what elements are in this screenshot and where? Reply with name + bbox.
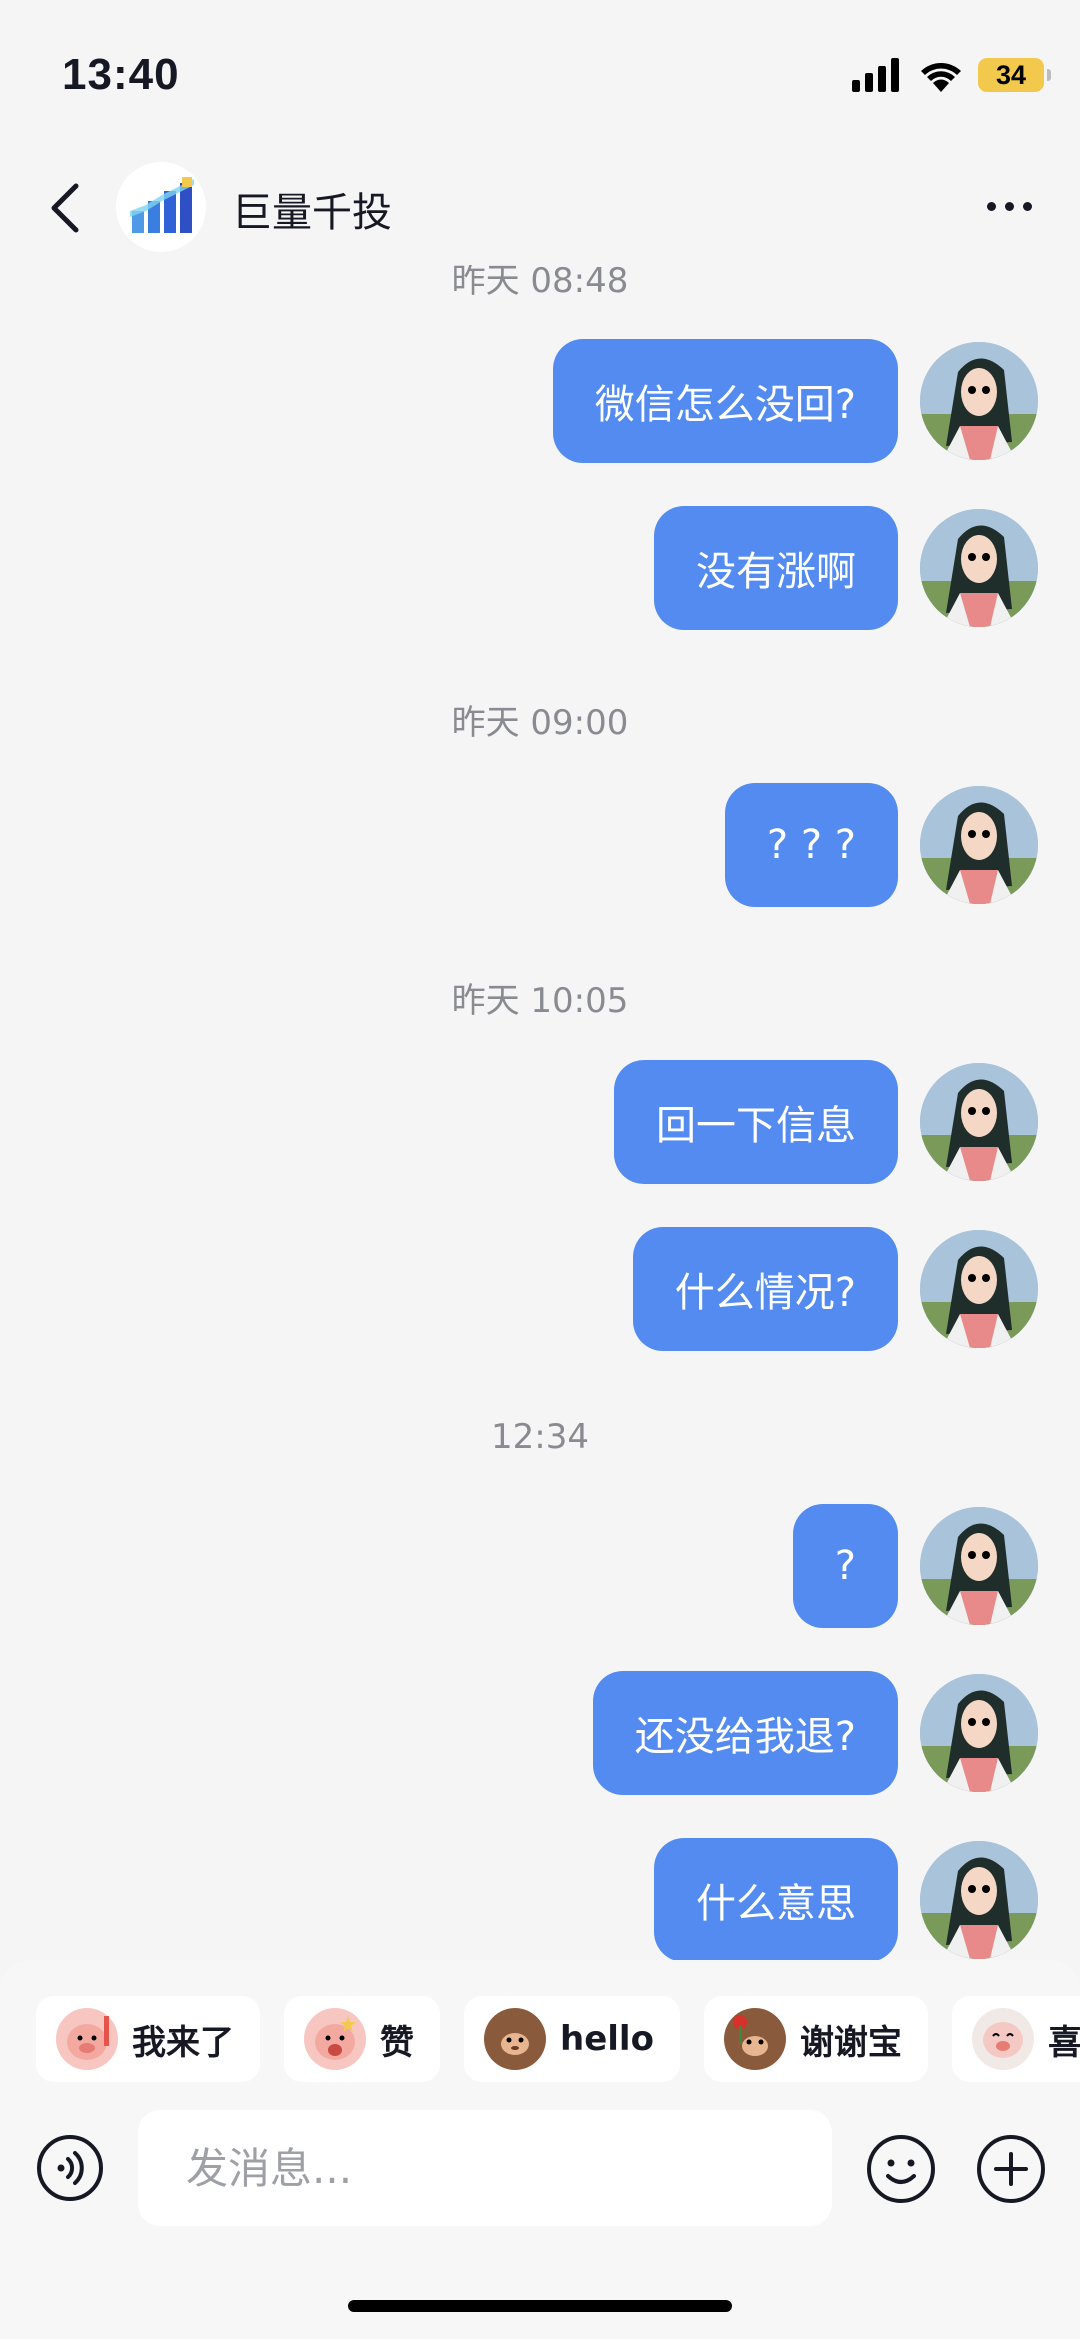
more-dot-icon (1022, 201, 1032, 211)
user-avatar[interactable] (920, 1841, 1038, 1959)
user-avatar[interactable] (920, 1674, 1038, 1792)
message-list[interactable]: 昨天 08:48 微信怎么没回? 没有涨啊 昨天 09:00 ? ? ? 昨天 … (0, 265, 1080, 1960)
timestamp: 12:34 (491, 1417, 589, 1457)
user-avatar[interactable] (920, 1507, 1038, 1625)
more-dot-icon (986, 201, 996, 211)
status-time: 13:40 (62, 50, 180, 99)
timestamp: 昨天 09:00 (451, 703, 629, 743)
message-row: 回一下信息 (0, 1060, 1080, 1184)
status-bar: 13:40 34 (0, 0, 1080, 150)
message-input[interactable] (138, 2110, 832, 2226)
outgoing-message[interactable]: ? (792, 1504, 898, 1628)
message-row: ? ? ? (0, 783, 1080, 907)
outgoing-message[interactable]: 没有涨啊 (654, 506, 898, 630)
quick-reply-chip[interactable]: 喜 (951, 1996, 1080, 2082)
user-avatar[interactable] (920, 342, 1038, 460)
user-avatar[interactable] (920, 786, 1038, 904)
outgoing-message[interactable]: 微信怎么没回? (552, 339, 898, 463)
smiley-icon (867, 2135, 935, 2203)
pig-wave-emoji-icon (56, 2008, 118, 2070)
bar-chart-logo-icon (130, 177, 194, 233)
timestamp: 昨天 08:48 (451, 265, 629, 301)
pig-star-emoji-icon (304, 2008, 366, 2070)
chat-header: 巨量千投 (0, 150, 1080, 265)
home-indicator[interactable] (348, 2300, 732, 2312)
message-row: 还没给我退? (0, 1671, 1080, 1795)
outgoing-message[interactable]: 回一下信息 (614, 1060, 898, 1184)
message-row: 没有涨啊 (0, 506, 1080, 630)
quick-reply-chip[interactable]: 我来了 (36, 1996, 260, 2082)
message-row: ? (0, 1504, 1080, 1628)
voice-input-button[interactable] (36, 2134, 104, 2202)
quick-reply-label: 我来了 (132, 2022, 234, 2063)
more-dot-icon (1004, 201, 1014, 211)
quick-reply-bar[interactable]: 我来了 赞 hello 谢谢宝 喜 (36, 1996, 1080, 2082)
signal-icon (852, 58, 899, 92)
quick-reply-chip[interactable]: hello (464, 1996, 680, 2082)
contact-avatar[interactable] (116, 162, 206, 252)
outgoing-message[interactable]: 还没给我退? (592, 1671, 898, 1795)
status-icons: 34 (852, 58, 1051, 92)
outgoing-message[interactable]: 什么情况? (632, 1227, 898, 1351)
emoji-button[interactable] (866, 2134, 936, 2204)
outgoing-message[interactable]: 什么意思 (654, 1838, 898, 1960)
quick-reply-label: hello (560, 2019, 654, 2059)
user-avatar[interactable] (920, 509, 1038, 627)
quick-reply-chip[interactable]: 谢谢宝 (703, 1996, 928, 2082)
back-button[interactable] (40, 175, 90, 241)
quick-reply-label: 喜 (1047, 2022, 1080, 2063)
voice-icon (37, 2135, 103, 2201)
more-options-button[interactable] (974, 186, 1044, 226)
quick-reply-label: 谢谢宝 (799, 2022, 902, 2063)
monkey-emoji-icon (484, 2008, 546, 2070)
message-row: 微信怎么没回? (0, 339, 1080, 463)
chevron-left-icon (51, 183, 79, 233)
battery-icon: 34 (978, 58, 1051, 92)
monkey-rose-emoji-icon (723, 2008, 786, 2070)
quick-reply-chip[interactable]: 赞 (284, 1996, 440, 2082)
input-row (0, 2110, 1080, 2226)
user-avatar[interactable] (920, 1230, 1038, 1348)
pig-happy-emoji-icon (971, 2008, 1034, 2070)
composer-panel: 我来了 赞 hello 谢谢宝 喜 (0, 1960, 1080, 2339)
wifi-icon (921, 63, 961, 92)
plus-circle-icon (977, 2135, 1045, 2203)
outgoing-message[interactable]: ? ? ? (724, 783, 898, 907)
quick-reply-label: 赞 (380, 2022, 414, 2063)
message-row: 什么情况? (0, 1227, 1080, 1351)
user-avatar[interactable] (920, 1063, 1038, 1181)
more-actions-button[interactable] (976, 2134, 1046, 2204)
timestamp: 昨天 10:05 (451, 981, 629, 1021)
contact-name: 巨量千投 (232, 190, 392, 236)
message-row: 什么意思 (0, 1838, 1080, 1960)
